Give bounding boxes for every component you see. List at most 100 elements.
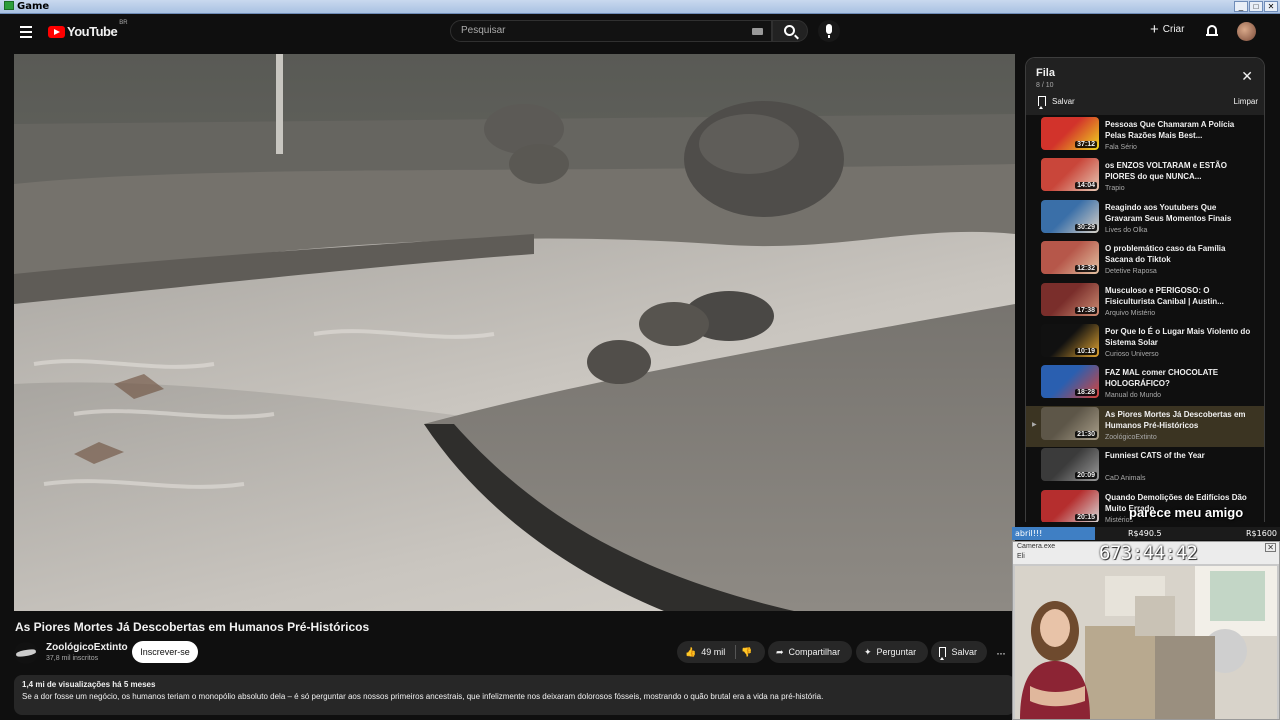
queue-item[interactable]: 20:09 Funniest CATS of the Year CaD Animal… <box>1026 447 1264 488</box>
queue-thumbnail[interactable]: 20:15 <box>1041 489 1099 522</box>
video-duration: 17:38 <box>1075 306 1097 314</box>
subathon-timer: 673:44:42 <box>1099 542 1198 564</box>
webcam-close-icon[interactable]: ✕ <box>1265 543 1276 552</box>
create-button[interactable]: + Criar <box>1150 20 1184 38</box>
queue-channel-name: CaD Animals <box>1105 475 1146 483</box>
video-duration: 14:04 <box>1075 182 1097 190</box>
menu-icon[interactable] <box>20 26 32 41</box>
queue-thumbnail[interactable]: 17:38 <box>1041 282 1099 316</box>
ask-button[interactable]: ✦ Perguntar <box>856 641 928 663</box>
queue-thumbnail[interactable]: 14:04 <box>1041 158 1099 192</box>
view-count-date: 1,4 mi de visualizações há 5 meses <box>22 680 156 689</box>
like-count[interactable]: 49 mil <box>701 641 725 663</box>
queue-panel: Fila 8 / 10 ✕ Salvar Limpar 37:12 Pessoas… <box>1025 57 1265 522</box>
queue-channel-name: Lives do Olka <box>1105 226 1148 234</box>
queue-item[interactable]: ▶ 21:30 As Piores Mortes Já Descobertas em… <box>1026 405 1264 447</box>
queue-channel-name: Arquivo Mistério <box>1105 309 1156 317</box>
queue-position: 8 / 10 <box>1036 82 1054 89</box>
description-text: Se a dor fosse um negócio, os humanos te… <box>22 692 824 701</box>
queue-thumbnail[interactable]: 10:19 <box>1041 324 1099 357</box>
queue-save-button[interactable]: Salvar <box>1038 96 1075 109</box>
youtube-logo[interactable]: YouTube BR <box>48 20 128 39</box>
video-duration: 10:19 <box>1075 348 1097 355</box>
queue-video-title[interactable]: O problemático caso da Família Sacana do… <box>1105 243 1253 265</box>
thumbs-up-icon[interactable]: 👍 <box>685 641 696 663</box>
save-button[interactable]: Salvar <box>931 641 987 663</box>
video-duration: 20:15 <box>1075 513 1097 521</box>
account-avatar[interactable] <box>1237 22 1256 41</box>
now-playing-indicator: ▶ <box>1032 421 1037 428</box>
queue-item[interactable]: 37:12 Pessoas Que Chamaram A Polícia Pela… <box>1026 116 1264 157</box>
queue-thumbnail[interactable]: 20:09 <box>1041 448 1099 482</box>
goal-target: R$1600 <box>1245 529 1277 538</box>
youtube-header: YouTube BR Pesquisar + Criar <box>0 14 1280 48</box>
queue-video-title[interactable]: os ENZOS VOLTARAM e ESTÃO PIORES do que … <box>1105 160 1253 182</box>
queue-channel-name: Fala Sério <box>1105 144 1137 151</box>
queue-item[interactable]: 30:29 Reagindo aos Youtubers Que Gravaram… <box>1026 199 1264 240</box>
queue-thumbnail[interactable]: 37:12 <box>1041 117 1099 150</box>
channel-name[interactable]: ZoológicoExtinto <box>46 642 128 653</box>
bookmark-icon <box>1038 96 1046 109</box>
close-icon[interactable]: ✕ <box>1241 68 1253 85</box>
voice-search-button[interactable] <box>818 20 840 42</box>
subscribe-button[interactable]: Inscrever-se <box>132 641 198 663</box>
video-duration: 12:32 <box>1075 265 1097 273</box>
queue-channel-name: Detetive Raposa <box>1105 268 1157 276</box>
queue-item[interactable]: 14:04 os ENZOS VOLTARAM e ESTÃO PIORES do… <box>1026 157 1264 198</box>
video-duration: 20:09 <box>1075 472 1097 480</box>
search-button[interactable] <box>772 20 808 42</box>
queue-thumbnail[interactable]: 12:32 <box>1041 241 1099 275</box>
subscriber-count: 37,8 mil inscritos <box>46 655 99 662</box>
webcam-subtitle: Eli <box>1017 553 1025 560</box>
channel-avatar[interactable] <box>14 642 38 664</box>
sparkle-icon: ✦ <box>864 647 872 657</box>
close-window-button[interactable]: ✕ <box>1264 1 1278 12</box>
bookmark-icon <box>939 647 947 660</box>
queue-thumbnail[interactable]: 30:29 <box>1041 199 1099 233</box>
video-duration: 30:29 <box>1075 223 1097 231</box>
goal-current: R$490.5 <box>1128 529 1162 538</box>
queue-video-title[interactable]: Musculoso e PERIGOSO: O Fisiculturista C… <box>1105 285 1253 307</box>
queue-video-title[interactable]: FAZ MAL comer CHOCOLATE HOLOGRÁFICO? <box>1105 367 1253 389</box>
webcam-titlebar: Camera.exe Eli 673:44:42 ✕ <box>1013 542 1279 564</box>
queue-video-title[interactable]: Funniest CATS of the Year <box>1105 450 1253 461</box>
webcam-title: Camera.exe <box>1017 543 1056 550</box>
minimize-button[interactable]: _ <box>1234 1 1248 12</box>
webcam-feed <box>1015 566 1277 719</box>
queue-video-title[interactable]: Por Que Io É o Lugar Mais Violento do Si… <box>1105 326 1253 348</box>
more-actions-icon[interactable]: ··· <box>996 646 1006 660</box>
share-button[interactable]: ➦ Compartilhar <box>768 641 852 663</box>
queue-item[interactable]: 18:28 FAZ MAL comer CHOCOLATE HOLOGRÁFICO… <box>1026 364 1264 405</box>
queue-video-title[interactable]: Pessoas Que Chamaram A Polícia Pelas Raz… <box>1105 119 1253 141</box>
queue-video-title[interactable]: Reagindo aos Youtubers Que Gravaram Seus… <box>1105 202 1253 224</box>
queue-item[interactable]: 12:32 O problemático caso da Família Saca… <box>1026 240 1264 281</box>
microphone-icon <box>826 24 832 34</box>
queue-item[interactable]: 17:38 Musculoso e PERIGOSO: O Fisiculturi… <box>1026 282 1264 323</box>
keyboard-icon[interactable] <box>752 28 763 35</box>
stream-chat-overlay: parece meu amigo <box>1129 505 1244 520</box>
queue-thumbnail[interactable]: 21:30 <box>1041 406 1099 440</box>
queue-video-title[interactable]: As Piores Mortes Já Descobertas em Human… <box>1105 409 1253 431</box>
goal-label: abril!!! <box>1015 529 1043 538</box>
youtube-play-icon <box>48 25 65 38</box>
video-duration: 21:30 <box>1075 430 1097 438</box>
search-placeholder: Pesquisar <box>461 25 506 36</box>
queue-channel-name: Curioso Universo <box>1105 351 1159 358</box>
queue-item[interactable]: 10:19 Por Que Io É o Lugar Mais Violento … <box>1026 323 1264 364</box>
queue-channel-name: ZoológicoExtinto <box>1105 433 1157 441</box>
queue-channel-name: Manual do Mundo <box>1105 392 1162 400</box>
plus-icon: + <box>1150 20 1159 38</box>
queue-clear-button[interactable]: Limpar <box>1234 97 1258 106</box>
description-box[interactable]: 1,4 mi de visualizações há 5 meses Se a … <box>14 675 1015 715</box>
notifications-bell-icon[interactable] <box>1206 24 1218 37</box>
share-icon: ➦ <box>776 647 784 657</box>
video-player[interactable] <box>14 54 1015 611</box>
window-title: Game <box>4 1 49 12</box>
maximize-button[interactable]: □ <box>1249 1 1263 12</box>
like-dislike-group: 👍 49 mil 👎 <box>677 641 765 663</box>
queue-thumbnail[interactable]: 18:28 <box>1041 365 1099 399</box>
queue-header: Fila 8 / 10 ✕ Salvar Limpar <box>1026 58 1264 115</box>
thumbs-down-icon[interactable]: 👎 <box>741 641 752 663</box>
window-titlebar: Game _ □ ✕ <box>0 0 1280 14</box>
search-input[interactable]: Pesquisar <box>450 20 772 42</box>
